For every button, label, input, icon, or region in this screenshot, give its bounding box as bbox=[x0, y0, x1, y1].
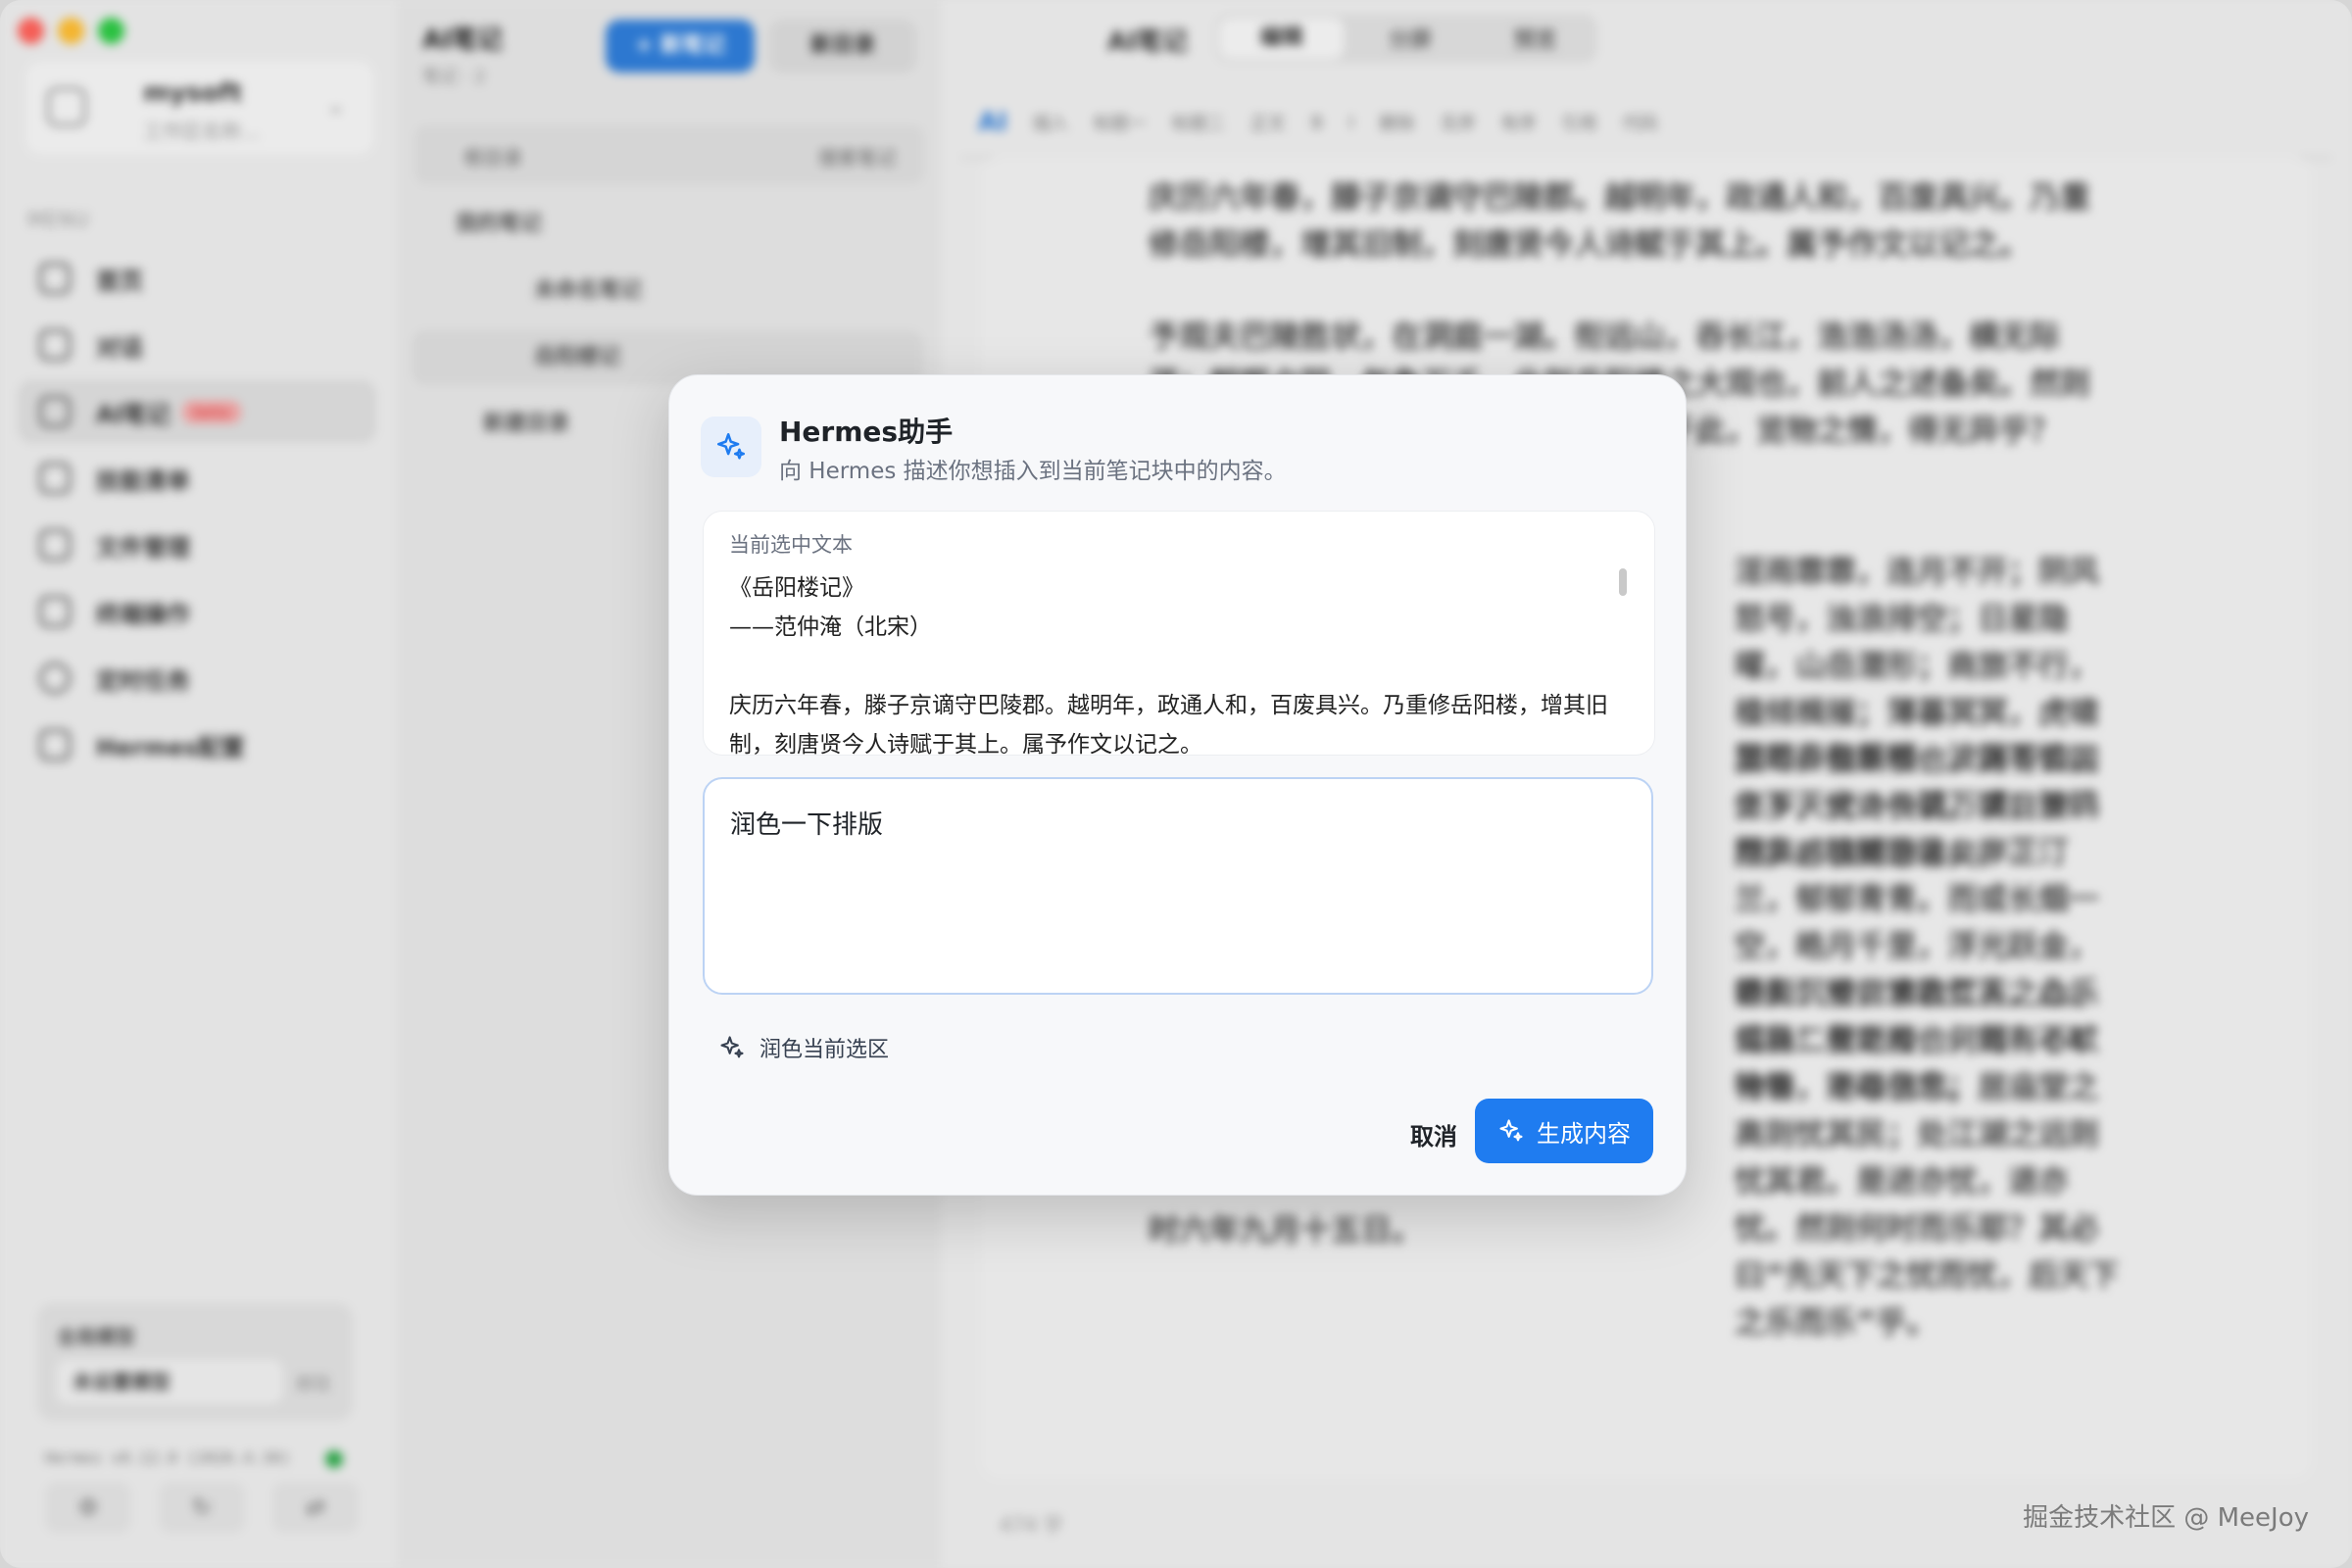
selected-text-label: 当前选中文本 bbox=[729, 533, 853, 557]
dialog-title: Hermes助手 bbox=[779, 416, 954, 448]
app-window: mysoft 工作区名称... ⌄ MENU 首页 对话 AI笔记 beta 技能… bbox=[0, 0, 2352, 1568]
dialog-subtitle: 向 Hermes 描述你想插入到当前笔记块中的内容。 bbox=[779, 459, 1287, 484]
sparkles-icon bbox=[720, 1036, 744, 1058]
selected-text-content: 《岳阳楼记》 ——范仲淹（北宋） 庆历六年春，滕子京谪守巴陵郡。越明年，政通人和… bbox=[729, 575, 1608, 756]
sparkles-icon bbox=[1499, 1119, 1523, 1142]
polish-selection-label: 润色当前选区 bbox=[760, 1038, 890, 1062]
prompt-input[interactable]: 润色一下排版 bbox=[703, 777, 1653, 995]
sparkles-icon bbox=[701, 416, 761, 477]
scrollbar[interactable] bbox=[1619, 568, 1627, 596]
cancel-button[interactable]: 取消 bbox=[1385, 1104, 1483, 1163]
generate-button[interactable]: 生成内容 bbox=[1475, 1099, 1653, 1163]
polish-selection-button[interactable]: 润色当前选区 bbox=[718, 1032, 889, 1063]
watermark: 掘金技术社区 @ MeeJoy bbox=[2023, 1503, 2309, 1533]
hermes-dialog: Hermes助手 向 Hermes 描述你想插入到当前笔记块中的内容。 当前选中… bbox=[668, 374, 1687, 1196]
generate-button-label: 生成内容 bbox=[1537, 1119, 1631, 1148]
selected-text-box[interactable]: 当前选中文本 《岳阳楼记》 ——范仲淹（北宋） 庆历六年春，滕子京谪守巴陵郡。越… bbox=[703, 511, 1655, 756]
